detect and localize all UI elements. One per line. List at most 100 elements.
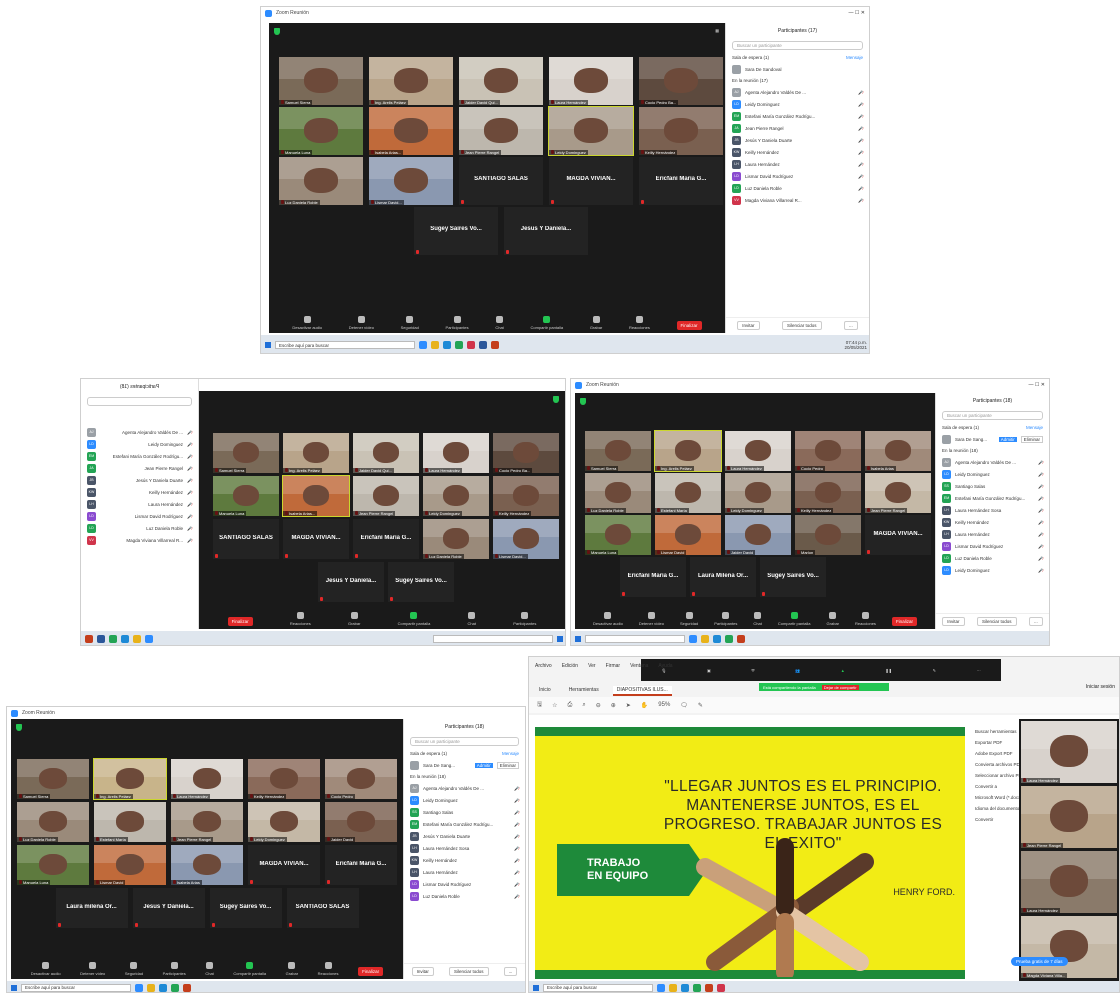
name-only-tile[interactable]: MAGDA VIVIAN...	[283, 519, 349, 559]
participant-row[interactable]: AJ Agenta Alejandro Valdés De ... 🎤̸	[726, 86, 869, 98]
video-tile[interactable]: Leidy Dominguez	[725, 473, 791, 513]
control-5[interactable]: Compartir pantalla	[530, 316, 563, 330]
participant-row[interactable]: LH Laura Hernández 🎤̸	[936, 528, 1049, 540]
footer-button-0[interactable]: Invitar	[737, 321, 760, 330]
video-tile[interactable]: Keilly Hernández	[493, 476, 559, 516]
video-tile[interactable]: Samuel Sierra	[279, 57, 363, 105]
control-6[interactable]: Grabar	[590, 316, 602, 330]
side-item-5[interactable]: Convertir a	[975, 784, 1019, 789]
video-tile[interactable]: Lismar David	[655, 515, 721, 555]
chrome-icon[interactable]	[171, 983, 179, 992]
side-item-2[interactable]: Adobe Export PDF	[975, 751, 1019, 756]
video-tile[interactable]: Jean Pierre Rangel	[865, 473, 931, 513]
participant-row[interactable]: JB Jesús Y Daniela Duarte 🎤̸	[726, 134, 869, 146]
menu-window[interactable]: Ventana	[630, 663, 648, 669]
edge-icon[interactable]	[681, 983, 689, 992]
menu-help[interactable]: Ayuda	[658, 663, 672, 669]
zoom-in-icon[interactable]: ⊕	[611, 702, 616, 709]
windows-start-icon[interactable]	[575, 636, 581, 642]
windows-start-icon[interactable]	[11, 984, 17, 991]
side-item-3[interactable]: Convierta archivos PDF a Word o Excel en…	[975, 762, 1019, 767]
explorer-icon[interactable]	[147, 983, 155, 992]
video-tile[interactable]: Jean Pierre Rangel	[1021, 786, 1117, 848]
powerpoint-icon[interactable]	[737, 635, 745, 643]
end-meeting-button[interactable]: Finalizar	[227, 617, 253, 626]
participant-row[interactable]: LD Lismar David Rodríguez 🎤̸	[404, 878, 525, 890]
powerpoint-icon[interactable]	[491, 341, 499, 349]
video-tile[interactable]: Keilly Hernández	[639, 107, 723, 155]
windows-start-icon[interactable]	[557, 636, 563, 642]
footer-button-2[interactable]: ...	[503, 967, 518, 976]
control-1[interactable]: Detener vídeo	[639, 612, 664, 626]
edge-icon[interactable]	[121, 635, 129, 643]
video-tile[interactable]: Luz Daniela Roble	[585, 473, 651, 513]
participant-row[interactable]: AJ Agenta Alejandro Valdés De ... 🎤̸	[404, 782, 525, 794]
name-only-tile[interactable]: Sugey Saires Vo...	[760, 557, 826, 597]
end-meeting-button[interactable]: Finalizar	[358, 967, 384, 976]
video-tile[interactable]: Manuela Luna	[279, 107, 363, 155]
windows-start-icon[interactable]	[265, 342, 271, 348]
acrobat-icon[interactable]	[717, 983, 725, 992]
participant-row[interactable]: LH Laura Hernández Sosa 🎤̸	[936, 504, 1049, 516]
control-1[interactable]: Chat	[468, 612, 476, 626]
security-icon[interactable]: ⛨	[751, 668, 754, 673]
participant-row[interactable]: LD Luz Daniela Roble 🎤̸	[404, 890, 525, 902]
cursor-icon[interactable]: ➤	[626, 702, 631, 709]
participant-row[interactable]: JA Jean Pierre Rangel 🎤̸	[726, 122, 869, 134]
control-4[interactable]: Chat	[753, 612, 762, 626]
video-tile[interactable]: Marlon	[795, 515, 861, 555]
participant-row[interactable]: KW Keilly Hernández 🎤̸	[936, 516, 1049, 528]
video-tile[interactable]: Jean Pierre Rangel	[459, 107, 543, 155]
participant-row[interactable]: KW Keilly Hernández 🎤̸	[404, 854, 525, 866]
powerpoint-icon[interactable]	[705, 983, 713, 992]
participant-row[interactable]: AJ Agenta Alejandro Valdés De ... 🎤̸	[936, 456, 1049, 468]
name-only-tile[interactable]: Laura milena Or...	[55, 888, 128, 928]
video-tile[interactable]: Jaider David Qui...	[459, 57, 543, 105]
pause-icon[interactable]: ❚❚	[885, 668, 892, 673]
side-item-6[interactable]: Microsoft Word (*.docx)	[975, 795, 1019, 800]
video-tile[interactable]: Ing. Arelis Peláez	[369, 57, 453, 105]
chrome-icon[interactable]	[109, 635, 117, 643]
name-only-tile[interactable]: Jesus Y Daniela...	[504, 207, 588, 255]
print-icon[interactable]: ⎙	[568, 702, 573, 709]
message-link[interactable]: Mensaje	[502, 751, 519, 756]
video-tile[interactable]: Isabela Arias...	[282, 475, 350, 517]
participant-row[interactable]: LH Laura Hernández 🎤̸	[81, 498, 198, 510]
menu-edit[interactable]: Edición	[562, 663, 578, 669]
participant-row[interactable]: VV Magda Viviana Villarreal R... 🎤̸	[726, 194, 869, 206]
admit-button[interactable]: Admitir	[998, 436, 1017, 442]
control-2[interactable]: Seguridad	[125, 962, 143, 976]
participant-row[interactable]: EM Estefani María González Rodrígu... 🎤̸	[404, 818, 525, 830]
side-item-7[interactable]: Idioma del documento: Español	[975, 806, 1019, 811]
footer-button-0[interactable]: Invitar	[942, 617, 965, 626]
participant-row[interactable]: SS Santiago Salas 🎤̸	[936, 480, 1049, 492]
control-0[interactable]: Participantes	[513, 612, 536, 626]
participant-row[interactable]: LD Leidy Dominguez 🎤̸	[936, 468, 1049, 480]
video-tile[interactable]: Laura Hernández	[171, 759, 243, 799]
powerpoint-icon[interactable]	[183, 983, 191, 992]
control-2[interactable]: Seguridad	[680, 612, 698, 626]
video-tile[interactable]: Luz Daniela Roble	[279, 157, 363, 205]
control-7[interactable]: Reacciones	[318, 962, 339, 976]
edge-icon[interactable]	[443, 341, 451, 349]
admit-button[interactable]: Admitir	[474, 762, 493, 768]
waiting-person[interactable]: Sara De Sang... Admitir Eliminar	[404, 759, 525, 771]
chrome-icon[interactable]	[725, 635, 733, 643]
control-2[interactable]: Compartir pantalla	[398, 612, 430, 626]
menu-file[interactable]: Archivo	[535, 663, 552, 669]
zoom-app-icon[interactable]	[657, 983, 665, 992]
video-tile[interactable]: Ing. Arelis Peláez	[654, 430, 722, 472]
video-tile[interactable]: Laura Hernández	[725, 431, 791, 471]
name-only-tile[interactable]: MAGDA VIVIAN...	[865, 515, 931, 555]
zoom-app-icon[interactable]	[689, 635, 697, 643]
participant-row[interactable]: JB Jesús Y Daniela Duarte 🎤̸	[404, 830, 525, 842]
waiting-person[interactable]: Sara De Sandoval	[726, 63, 869, 75]
control-4[interactable]: Chat	[205, 962, 214, 976]
video-tile[interactable]: Laura Hernández	[1021, 851, 1117, 913]
video-tile[interactable]: Cocio Pedro	[795, 431, 861, 471]
control-3[interactable]: Participantes	[714, 612, 737, 626]
taskbar-search[interactable]: Escribe aquí para buscar	[21, 983, 131, 992]
name-only-tile[interactable]: Ericfani Maria G...	[639, 157, 723, 205]
participant-row[interactable]: LD Leidy Dominguez 🎤̸	[936, 564, 1049, 576]
video-tile[interactable]: Estefani María	[655, 473, 721, 513]
